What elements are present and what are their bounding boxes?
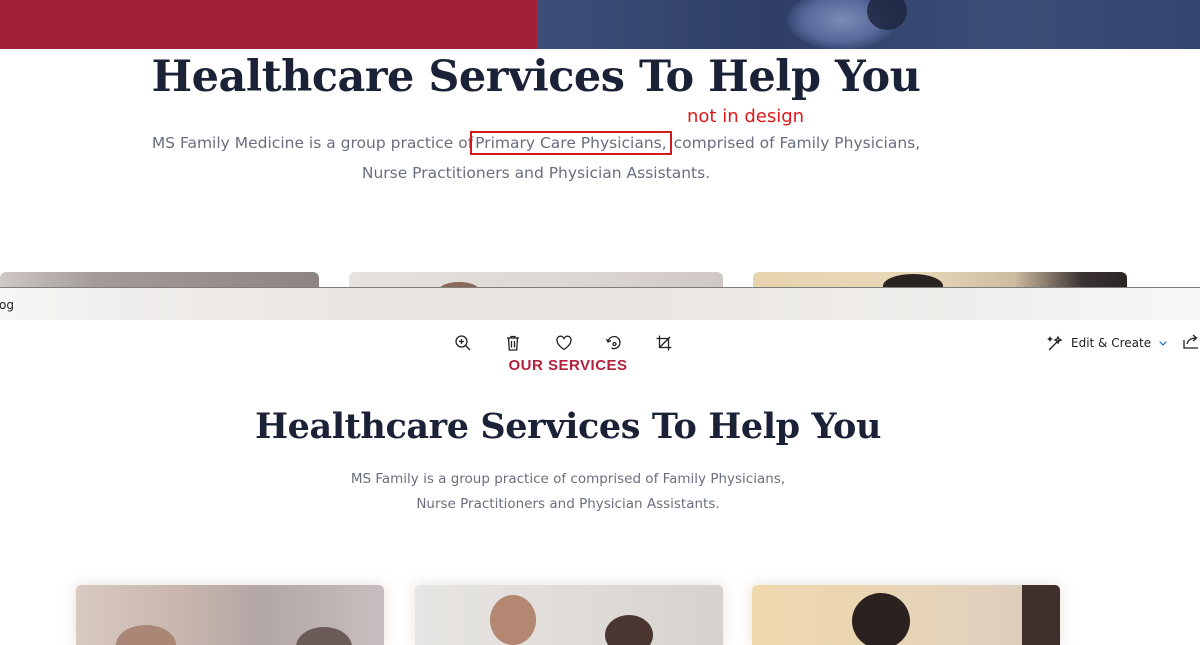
photo-detail — [1022, 585, 1060, 645]
photo-detail — [490, 595, 536, 645]
photo-detail — [852, 593, 910, 645]
favorite-button[interactable] — [553, 332, 575, 354]
review-annotation: not in design — [687, 106, 805, 127]
section-eyebrow: OUR SERVICES — [508, 360, 628, 374]
file-name: og — [0, 298, 14, 312]
rotate-icon — [605, 335, 621, 350]
hero-banner — [0, 0, 1200, 49]
photo-detail — [883, 274, 943, 288]
design-service-card — [752, 585, 1060, 645]
hero-banner-red-panel — [0, 0, 537, 49]
share-icon — [1183, 334, 1198, 349]
highlighted-phrase: Primary Care Physicians, — [470, 131, 672, 155]
photo-detail — [296, 627, 352, 645]
service-card-image[interactable] — [753, 272, 1127, 288]
edit-wand-icon — [1047, 335, 1063, 351]
edit-create-label: Edit & Create — [1071, 336, 1152, 350]
design-service-card — [76, 585, 384, 645]
design-services-description: MS Family is a group practice of compris… — [0, 467, 1136, 517]
delete-button[interactable] — [502, 332, 524, 354]
design-service-card — [415, 585, 723, 645]
services-heading: Healthcare Services To Help You — [151, 52, 921, 102]
design-description-line-1: MS Family is a group practice of compris… — [350, 471, 786, 487]
services-description: MS Family Medicine is a group practice o… — [0, 128, 1072, 188]
hero-banner-photo — [537, 0, 1200, 49]
rotate-button[interactable] — [603, 332, 625, 354]
crop-icon — [656, 335, 672, 351]
photo-viewer-window: og Edit & Create OUR SERVICES Healthcare… — [0, 287, 1200, 645]
zoom-in-icon — [455, 335, 471, 351]
viewer-toolbar: Edit & Create — [0, 320, 1200, 364]
description-text-end: comprised of Family Physicians, — [673, 134, 921, 152]
zoom-button[interactable] — [452, 332, 474, 354]
design-services-heading: Healthcare Services To Help You — [254, 406, 882, 447]
crop-button[interactable] — [653, 332, 675, 354]
service-card-image[interactable] — [0, 272, 319, 288]
edit-create-menu[interactable]: Edit & Create — [1047, 332, 1169, 354]
service-card-image[interactable] — [349, 272, 723, 288]
description-text-start: MS Family Medicine is a group practice o… — [151, 134, 474, 152]
photo-detail — [116, 625, 176, 645]
description-line-2: Nurse Practitioners and Physician Assist… — [361, 164, 711, 182]
design-description-line-2: Nurse Practitioners and Physician Assist… — [416, 496, 720, 512]
heart-icon — [556, 335, 572, 351]
viewer-title-bar[interactable]: og — [0, 287, 1200, 321]
share-button[interactable] — [1182, 332, 1200, 354]
chevron-down-icon — [1159, 341, 1167, 346]
trash-icon — [507, 335, 519, 351]
